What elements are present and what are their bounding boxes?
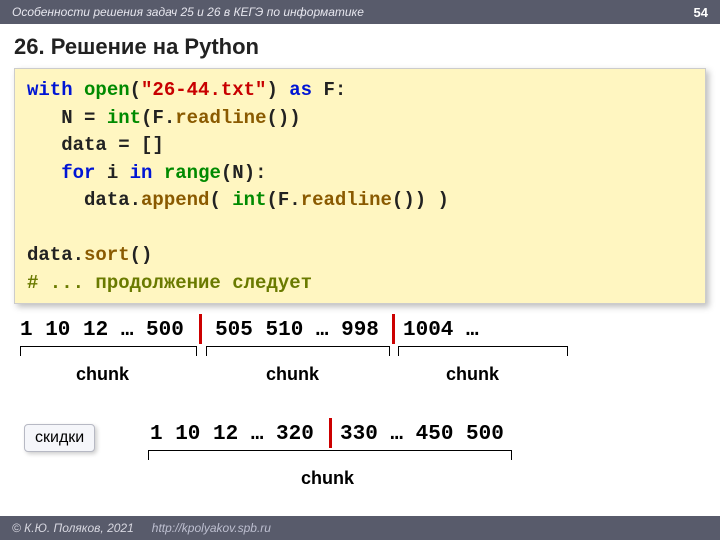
fn-int: int <box>232 189 266 211</box>
seq-seg-2: 505 510 … 998 <box>202 319 392 342</box>
code-text: ( <box>130 79 141 101</box>
chunk-label: chunk <box>266 364 319 385</box>
str-literal: "26-44.txt" <box>141 79 266 101</box>
code-text: F: <box>312 79 346 101</box>
bracket-icon <box>148 450 512 460</box>
bracket-icon <box>20 346 197 356</box>
breadcrumb: Особенности решения задач 25 и 26 в КЕГЭ… <box>12 5 364 19</box>
code-text: data. <box>27 189 141 211</box>
chunk-label: chunk <box>446 364 499 385</box>
kw-in: in <box>130 162 153 184</box>
seq-seg-1: 1 10 12 … 500 <box>16 319 199 342</box>
code-text <box>152 162 163 184</box>
kw-as: as <box>289 79 312 101</box>
chunk-label: chunk <box>76 364 129 385</box>
code-text: () <box>130 244 153 266</box>
bracket-icon <box>206 346 390 356</box>
chunk-diagram-2: скидки 1 10 12 … 320 330 … 450 500 chunk <box>16 420 704 510</box>
code-text <box>27 162 61 184</box>
code-text: (N): <box>221 162 267 184</box>
code-text: ) <box>266 79 277 101</box>
chunk-label: chunk <box>301 468 354 489</box>
seq-seg-1: 1 10 12 … 320 <box>146 423 329 446</box>
code-text: ( <box>209 189 232 211</box>
discount-badge: скидки <box>24 424 95 452</box>
fn-open: open <box>84 79 130 101</box>
code-text: i <box>95 162 129 184</box>
code-text: N = <box>27 107 107 129</box>
fn-append: append <box>141 189 209 211</box>
code-text: (F. <box>141 107 175 129</box>
kw-for: for <box>61 162 95 184</box>
fn-readline: readline <box>301 189 392 211</box>
kw-with: with <box>27 79 73 101</box>
code-text: data = [] <box>27 134 164 156</box>
chunk-diagram-1: 1 10 12 … 500 505 510 … 998 1004 … chunk… <box>16 316 704 416</box>
slide-footer: © К.Ю. Поляков, 2021 http://kpolyakov.sp… <box>0 516 720 540</box>
code-text: (F. <box>266 189 300 211</box>
page-title: 26. Решение на Python <box>0 24 720 68</box>
code-text: data. <box>27 244 84 266</box>
slide-header: Особенности решения задач 25 и 26 в КЕГЭ… <box>0 0 720 24</box>
code-text: ()) ) <box>392 189 449 211</box>
fn-sort: sort <box>84 244 130 266</box>
code-block: with open("26-44.txt") as F: N = int(F.r… <box>14 68 706 304</box>
code-text: ()) <box>266 107 300 129</box>
bracket-icon <box>398 346 568 356</box>
footer-link: http://kpolyakov.spb.ru <box>152 521 271 535</box>
fn-int: int <box>107 107 141 129</box>
seq-seg-2: 330 … 450 500 <box>332 423 504 446</box>
fn-range: range <box>164 162 221 184</box>
fn-readline: readline <box>175 107 266 129</box>
copyright: © К.Ю. Поляков, 2021 <box>12 521 134 535</box>
code-comment: # ... продолжение следует <box>27 272 312 294</box>
seq-seg-3: 1004 … <box>395 319 704 342</box>
page-number: 54 <box>694 5 708 20</box>
